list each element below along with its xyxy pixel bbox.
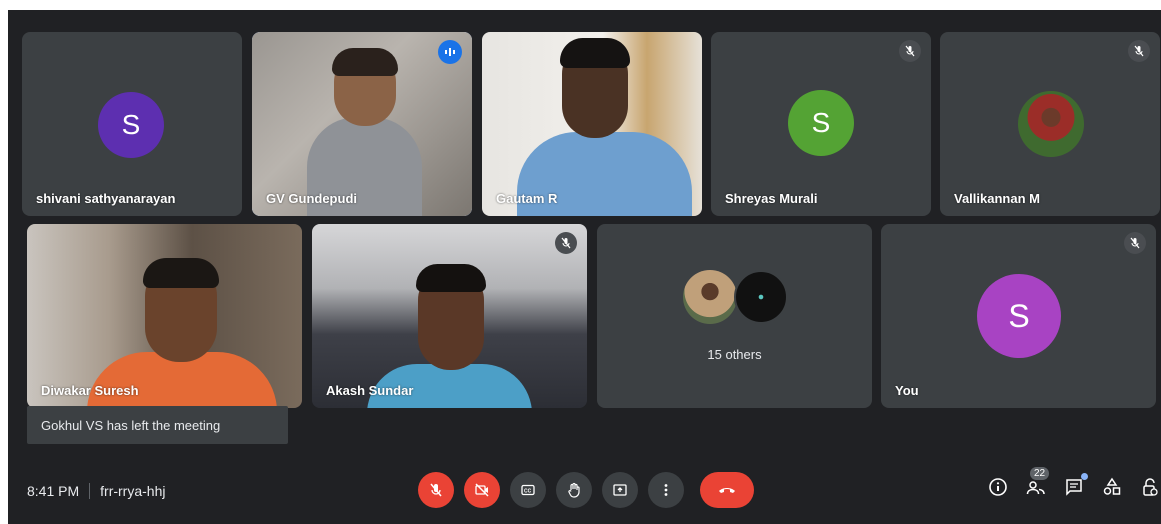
- participant-tile-vallikannan[interactable]: Vallikannan M: [940, 32, 1160, 216]
- people-count-badge: 22: [1030, 467, 1050, 480]
- participant-name: shivani sathyanarayan: [36, 191, 176, 206]
- participant-tile-diwakar[interactable]: Diwakar Suresh: [27, 224, 302, 408]
- others-avatar-1: [683, 270, 737, 324]
- raise-hand-icon: [568, 482, 580, 498]
- participant-name: Akash Sundar: [326, 383, 414, 398]
- avatar: S: [977, 274, 1061, 358]
- participant-tile-shivani[interactable]: S shivani sathyanarayan: [22, 32, 242, 216]
- participant-name: Diwakar Suresh: [41, 383, 139, 398]
- mic-off-icon: [430, 483, 442, 497]
- meeting-code: frr-rrya-hhj: [100, 483, 166, 499]
- captions-icon: CC: [521, 484, 535, 496]
- participant-name: Gautam R: [496, 191, 558, 206]
- participant-name: Vallikannan M: [954, 191, 1040, 206]
- participant-tile-shreyas[interactable]: S Shreyas Murali: [711, 32, 931, 216]
- avatar-photo: [1018, 91, 1084, 157]
- participant-name: Shreyas Murali: [725, 191, 818, 206]
- mic-muted-icon: [1124, 232, 1146, 254]
- hang-up-button[interactable]: [700, 472, 754, 508]
- mic-muted-icon: [1128, 40, 1150, 62]
- side-panel-toggles: 22: [986, 467, 1161, 499]
- mic-muted-icon: [555, 232, 577, 254]
- info-icon: [989, 478, 1007, 496]
- activities-icon: [1103, 477, 1121, 495]
- camera-toggle-button[interactable]: [464, 472, 500, 508]
- participant-name: You: [895, 383, 919, 398]
- meeting-stage: S shivani sathyanarayan GV Gundepudi Gau…: [8, 10, 1161, 524]
- raise-hand-button[interactable]: [556, 472, 592, 508]
- host-controls-button[interactable]: [1138, 475, 1161, 499]
- camera-off-icon: [475, 483, 489, 497]
- unread-dot: [1081, 473, 1088, 480]
- avatar: S: [98, 92, 164, 158]
- participant-tile-akash[interactable]: Akash Sundar: [312, 224, 587, 408]
- avatar: S: [788, 90, 854, 156]
- chat-icon: [1066, 479, 1082, 496]
- more-options-button[interactable]: [648, 472, 684, 508]
- call-controls: CC: [418, 472, 754, 508]
- person-hair: [560, 38, 630, 68]
- activities-button[interactable]: [1100, 475, 1124, 499]
- people-button[interactable]: 22: [1024, 467, 1050, 499]
- captions-button[interactable]: CC: [510, 472, 546, 508]
- person-hair: [332, 48, 398, 76]
- speaking-indicator-icon: [438, 40, 462, 64]
- person-hair: [143, 258, 219, 288]
- participant-name: GV Gundepudi: [266, 191, 357, 206]
- present-button[interactable]: [602, 472, 638, 508]
- people-icon: [1026, 481, 1045, 495]
- notification-toast: Gokhul VS has left the meeting: [27, 406, 288, 444]
- meeting-details-button[interactable]: [986, 475, 1010, 499]
- mic-muted-icon: [899, 40, 921, 62]
- others-tile[interactable]: 15 others: [597, 224, 872, 408]
- participant-tile-gautam[interactable]: Gautam R: [482, 32, 702, 216]
- more-options-icon: [664, 484, 668, 496]
- meeting-time: 8:41 PM: [27, 483, 80, 499]
- participant-tile-gv[interactable]: GV Gundepudi: [252, 32, 472, 216]
- chat-button[interactable]: [1062, 473, 1088, 499]
- svg-text:CC: CC: [524, 489, 532, 495]
- mic-toggle-button[interactable]: [418, 472, 454, 508]
- self-tile[interactable]: S You: [881, 224, 1156, 408]
- divider: [89, 483, 91, 499]
- others-avatar-2: [734, 270, 788, 324]
- host-controls-icon: [1143, 478, 1158, 496]
- meeting-info: 8:41 PM frr-rrya-hhj: [27, 476, 165, 506]
- others-count-label: 15 others: [707, 347, 762, 362]
- present-icon: [613, 484, 627, 496]
- hang-up-icon: [719, 488, 735, 493]
- person-hair: [416, 264, 486, 292]
